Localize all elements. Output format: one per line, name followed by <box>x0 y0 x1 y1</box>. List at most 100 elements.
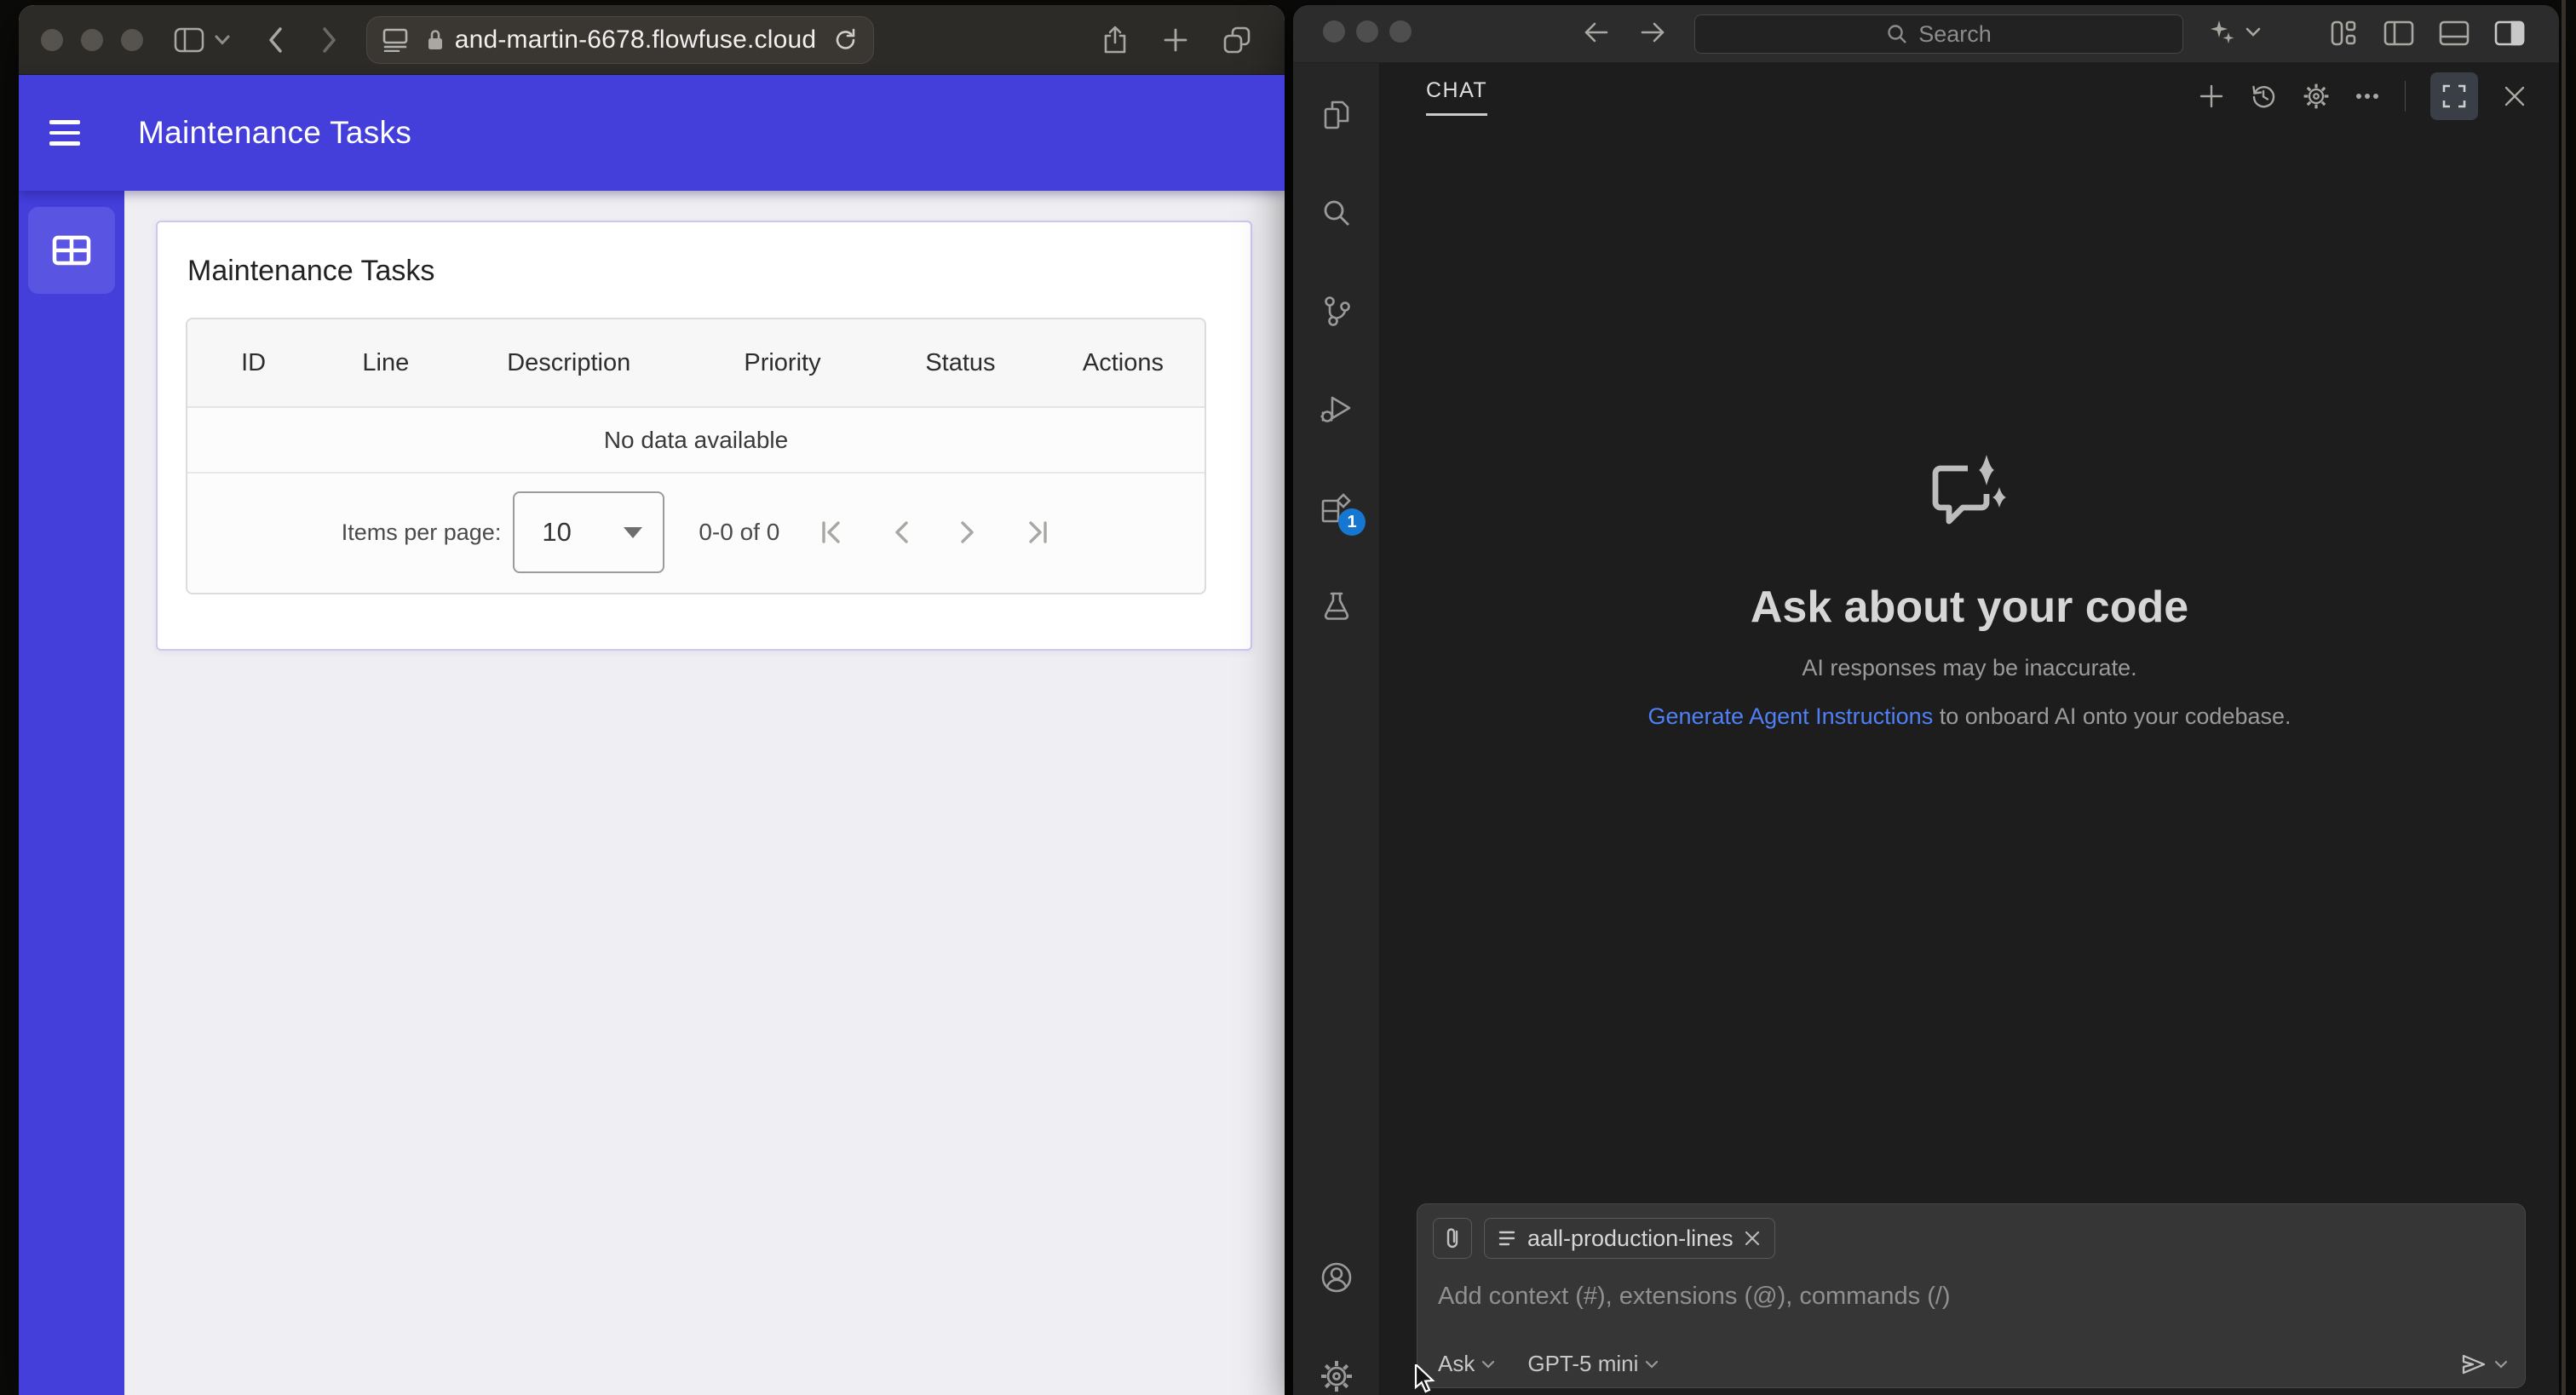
tasks-table: ID Line Description Priority Status Acti… <box>186 318 1206 594</box>
new-chat-icon[interactable] <box>2199 83 2224 109</box>
lock-icon <box>426 27 445 52</box>
copilot-chevron-icon[interactable] <box>2245 27 2261 37</box>
source-control-icon[interactable] <box>1293 295 1380 327</box>
window-controls[interactable] <box>41 28 143 51</box>
col-status[interactable]: Status <box>879 349 1042 377</box>
tab-chat[interactable]: CHAT <box>1426 78 1488 116</box>
chat-history-icon[interactable] <box>2249 82 2278 111</box>
items-per-page-label: Items per page: <box>341 519 502 545</box>
close-window-button[interactable] <box>1323 20 1345 43</box>
new-tab-icon[interactable] <box>1164 26 1187 55</box>
chat-sparkle-icon <box>1932 455 2006 525</box>
testing-icon[interactable] <box>1293 590 1380 623</box>
chat-empty-title: Ask about your code <box>1750 583 2189 632</box>
select-caret-icon <box>624 526 643 538</box>
page-settings-icon[interactable] <box>382 28 408 52</box>
search-placeholder: Search <box>1918 20 1992 47</box>
minimize-window-button[interactable] <box>81 28 103 51</box>
first-page-button[interactable] <box>819 519 844 546</box>
go-back-icon[interactable] <box>1581 17 1612 48</box>
extensions-badge: 1 <box>1338 508 1366 536</box>
command-center-search[interactable]: Search <box>1694 14 2183 54</box>
paperclip-icon <box>1446 1228 1458 1249</box>
maintenance-tasks-card: Maintenance Tasks ID Line Description Pr… <box>156 221 1252 651</box>
col-line[interactable]: Line <box>319 349 451 377</box>
toggle-secondary-sidebar-icon[interactable] <box>2493 19 2526 48</box>
customize-layout-icon[interactable] <box>2329 19 2360 48</box>
vscode-titlebar: Search <box>1293 5 2559 63</box>
reload-icon[interactable] <box>834 27 858 53</box>
chat-settings-gear-icon[interactable] <box>2303 83 2330 110</box>
explorer-icon[interactable] <box>1293 99 1380 131</box>
search-icon <box>1888 25 1907 43</box>
pagination-range: 0-0 of 0 <box>699 519 780 545</box>
divider <box>2405 81 2406 112</box>
close-window-button[interactable] <box>41 28 63 51</box>
card-title: Maintenance Tasks <box>187 255 435 287</box>
settings-gear-icon[interactable] <box>1293 1359 1380 1393</box>
sidebar-chevron-icon[interactable] <box>215 35 230 45</box>
back-button[interactable] <box>267 26 285 54</box>
col-priority[interactable]: Priority <box>686 349 879 377</box>
zoom-window-button[interactable] <box>1389 20 1412 43</box>
share-icon[interactable] <box>1102 26 1128 55</box>
model-picker-value: GPT-5 mini <box>1527 1351 1639 1376</box>
col-id[interactable]: ID <box>187 349 319 377</box>
chat-empty-state: Ask about your code AI responses may be … <box>1380 453 2559 730</box>
empty-message: No data available <box>187 408 1205 474</box>
col-description[interactable]: Description <box>451 349 686 377</box>
attach-context-button[interactable] <box>1433 1218 1472 1259</box>
vscode-window: Search 1 CHAT Ask about your code AI res… <box>1293 5 2559 1395</box>
sidebar-item-tasks[interactable] <box>28 207 115 294</box>
toggle-panel-icon[interactable] <box>2438 19 2470 48</box>
menu-icon[interactable] <box>49 120 80 146</box>
col-actions[interactable]: Actions <box>1042 349 1205 377</box>
table-header-row: ID Line Description Priority Status Acti… <box>187 319 1205 408</box>
sidebar-toggle-icon[interactable] <box>174 27 204 53</box>
minimize-window-button[interactable] <box>1356 20 1378 43</box>
more-actions-icon[interactable] <box>2355 92 2380 100</box>
context-chip[interactable]: aall-production-lines <box>1484 1218 1775 1259</box>
chat-tabbar: CHAT <box>1380 63 2559 129</box>
run-debug-icon[interactable] <box>1293 393 1380 425</box>
page-size-select[interactable]: 10 <box>513 491 665 573</box>
go-forward-icon[interactable] <box>1637 17 1668 48</box>
extensions-icon[interactable] <box>1293 493 1380 525</box>
chat-panel: CHAT Ask about your code AI responses ma… <box>1380 63 2559 1395</box>
prev-page-button[interactable] <box>892 519 911 546</box>
close-panel-icon[interactable] <box>2503 84 2527 108</box>
window-controls[interactable] <box>1323 20 1412 43</box>
send-button[interactable] <box>2460 1352 2508 1377</box>
tab-overview-icon[interactable] <box>1223 26 1251 55</box>
url-text[interactable]: and-martin-6678.flowfuse.cloud <box>455 26 817 55</box>
chat-input-box[interactable]: aall-production-lines Add context (#), e… <box>1417 1203 2526 1388</box>
chat-disclaimer: AI responses may be inaccurate. <box>1802 655 2137 680</box>
list-selection-icon <box>1498 1231 1515 1246</box>
last-page-button[interactable] <box>1025 519 1050 546</box>
account-icon[interactable] <box>1293 1260 1380 1295</box>
background-window-edge <box>2562 0 2566 1395</box>
context-chip-label: aall-production-lines <box>1527 1225 1734 1251</box>
toggle-primary-sidebar-icon[interactable] <box>2383 19 2415 48</box>
remove-chip-icon[interactable] <box>1744 1230 1761 1247</box>
chat-input-placeholder[interactable]: Add context (#), extensions (@), command… <box>1438 1283 1951 1311</box>
app-content: Maintenance Tasks ID Line Description Pr… <box>124 191 1285 1395</box>
app-header: Maintenance Tasks <box>19 75 1285 191</box>
safari-window: and-martin-6678.flowfuse.cloud Maintenan… <box>19 5 1285 1395</box>
mode-picker[interactable]: Ask <box>1438 1351 1495 1377</box>
page-size-value: 10 <box>542 517 572 547</box>
forward-button[interactable] <box>320 26 337 54</box>
zoom-window-button[interactable] <box>121 28 143 51</box>
search-icon[interactable] <box>1293 198 1380 230</box>
activity-bar: 1 <box>1293 63 1380 1395</box>
maximize-panel-button[interactable] <box>2430 72 2478 120</box>
mode-picker-value: Ask <box>1438 1351 1475 1376</box>
send-options-chevron-icon[interactable] <box>2494 1360 2508 1369</box>
model-picker[interactable]: GPT-5 mini <box>1527 1351 1659 1377</box>
generate-agent-instructions-link[interactable]: Generate Agent Instructions <box>1647 703 1933 729</box>
expand-icon <box>2442 84 2466 108</box>
next-page-button[interactable] <box>958 519 977 546</box>
address-bar[interactable]: and-martin-6678.flowfuse.cloud <box>366 15 874 64</box>
copilot-icon[interactable] <box>2208 19 2237 46</box>
link-suffix-text: to onboard AI onto your codebase. <box>1933 703 2291 729</box>
